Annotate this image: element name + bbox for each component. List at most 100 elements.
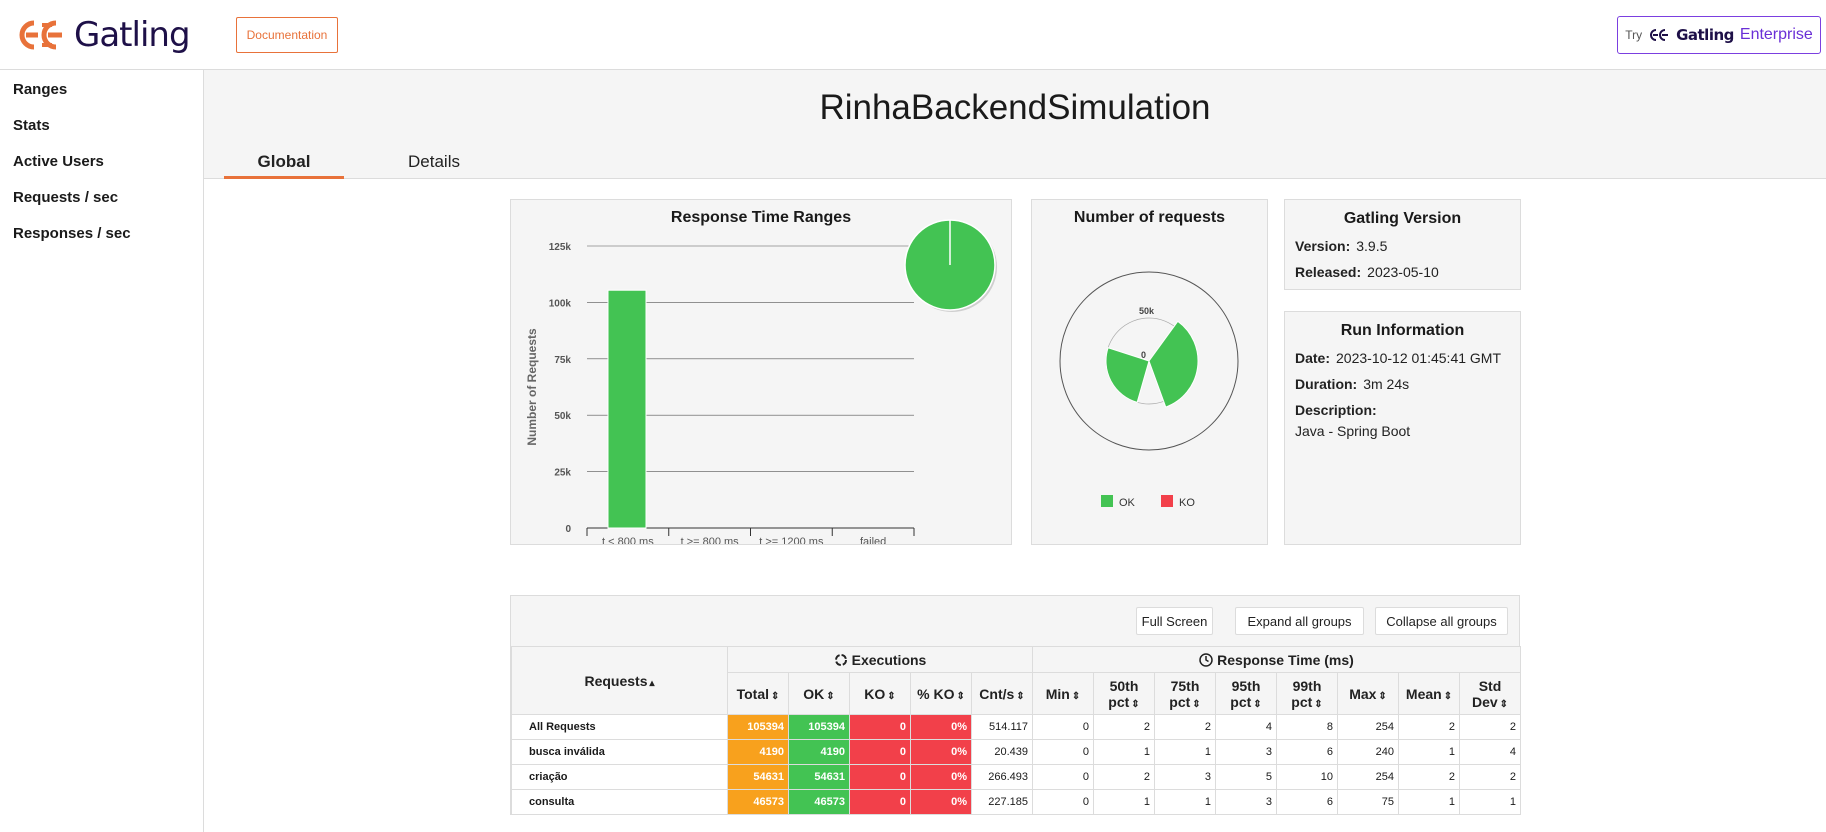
sidebar-item-requests-per-sec[interactable]: Requests / sec <box>13 189 118 206</box>
version-row: Version: 3.9.5 <box>1295 238 1387 254</box>
cell-pct-ko: 0% <box>910 714 972 740</box>
request-name[interactable]: All Requests <box>511 714 728 740</box>
sidebar-item-responses-per-sec[interactable]: Responses / sec <box>13 225 131 242</box>
cell-p95: 4 <box>1215 714 1277 740</box>
table-row[interactable]: busca inválida 4190 4190 0 0% 20.439 0 1 1 3 6 240 1… <box>511 739 1521 765</box>
description-label: Description: <box>1295 402 1377 418</box>
full-screen-button[interactable]: Full Screen <box>1136 607 1213 635</box>
column-header-label: Std Dev <box>1471 677 1502 710</box>
released-label: Released: <box>1295 264 1362 280</box>
column-header-ok[interactable]: OK ⇕ <box>788 672 850 715</box>
sidebar-item-ranges[interactable]: Ranges <box>13 81 67 98</box>
request-name[interactable]: criação <box>511 764 728 790</box>
cell-std-dev: 4 <box>1459 739 1521 765</box>
cell-p50: 1 <box>1093 739 1155 765</box>
cell-p95: 5 <box>1215 764 1277 790</box>
column-header-label: OK <box>803 685 825 702</box>
gatling-logo[interactable]: Gatling <box>12 14 191 56</box>
column-header-label: Min <box>1045 685 1070 702</box>
gatling-version-panel: Gatling Version Version: 3.9.5 Released: 2… <box>1284 199 1521 290</box>
cell-max: 254 <box>1337 764 1399 790</box>
cell-ok: 54631 <box>788 764 850 790</box>
cell-p99: 10 <box>1276 764 1338 790</box>
requests-header-label: Requests <box>584 672 648 689</box>
documentation-button[interactable]: Documentation <box>236 17 338 53</box>
executions-icon <box>834 653 847 666</box>
tab-global[interactable]: Global <box>224 152 344 172</box>
response-time-group-header: Response Time (ms) <box>1032 646 1521 673</box>
cell-total: 46573 <box>727 789 789 815</box>
top-bar: Gatling Documentation Try Gatling Enterp… <box>0 0 1826 70</box>
column-header-p95[interactable]: 95th pct ⇕ <box>1215 672 1277 715</box>
column-header-ko[interactable]: KO ⇕ <box>849 672 911 715</box>
executions-group-header: Executions <box>727 646 1033 673</box>
column-header-total[interactable]: Total ⇕ <box>727 672 789 715</box>
column-header-mean[interactable]: Mean ⇕ <box>1398 672 1460 715</box>
try-enterprise-button[interactable]: Try Gatling Enterprise <box>1617 16 1821 54</box>
duration-row: Duration: 3m 24s <box>1295 376 1409 392</box>
request-name[interactable]: consulta <box>511 789 728 815</box>
response-time-ranges-panel: Response Time Ranges 0 25k 50k 75k 100k 125k N… <box>510 199 1012 545</box>
y-axis-label: Number of Requests <box>525 328 539 446</box>
table-row[interactable]: consulta 46573 46573 0 0% 227.185 0 1 1 3 6 75 1 1 <box>511 789 1521 815</box>
cell-ok: 4190 <box>788 739 850 765</box>
ok-wedge <box>1148 320 1199 408</box>
x-category-label: t < 800 ms <box>602 536 654 544</box>
sidebar-item-stats[interactable]: Stats <box>13 117 50 134</box>
legend-label-ok: OK <box>1119 497 1136 509</box>
legend-label-ko: KO <box>1179 497 1195 509</box>
cell-std-dev: 1 <box>1459 789 1521 815</box>
request-name[interactable]: busca inválida <box>511 739 728 765</box>
column-header-std-dev[interactable]: Std Dev ⇕ <box>1459 672 1521 715</box>
column-header-p75[interactable]: 75th pct ⇕ <box>1154 672 1216 715</box>
table-row[interactable]: All Requests 105394 105394 0 0% 514.117 0 2 2 4 8 2… <box>511 714 1521 740</box>
cell-p75: 1 <box>1154 789 1216 815</box>
cell-ko: 0 <box>849 714 911 740</box>
sort-icon: ⇕ <box>1192 698 1201 710</box>
collapse-all-groups-button[interactable]: Collapse all groups <box>1375 607 1508 635</box>
column-header-min[interactable]: Min ⇕ <box>1032 672 1094 715</box>
cell-pct-ko: 0% <box>910 764 972 790</box>
bar <box>607 289 647 529</box>
date-label: Date: <box>1295 350 1331 366</box>
response-time-label: Response Time (ms) <box>1217 651 1354 668</box>
gatling-small-logo-icon <box>1650 29 1669 41</box>
cell-pct-ko: 0% <box>910 789 972 815</box>
y-tick-label: 50k <box>554 411 571 422</box>
table-row[interactable]: criação 54631 54631 0 0% 266.493 0 2 3 5 10 254 2 2 <box>511 764 1521 790</box>
sidebar-item-active-users[interactable]: Active Users <box>13 153 104 170</box>
expand-all-groups-button[interactable]: Expand all groups <box>1235 607 1364 635</box>
cell-min: 0 <box>1032 714 1094 740</box>
cell-p95: 3 <box>1215 789 1277 815</box>
cell-p99: 8 <box>1276 714 1338 740</box>
tab-details[interactable]: Details <box>379 152 489 172</box>
statistics-panel: Full Screen Expand all groups Collapse a… <box>510 595 1521 815</box>
version-label: Version: <box>1295 238 1351 254</box>
cell-p95: 3 <box>1215 739 1277 765</box>
column-header-p50[interactable]: 50th pct ⇕ <box>1093 672 1155 715</box>
cell-max: 240 <box>1337 739 1399 765</box>
cell-ko: 0 <box>849 739 911 765</box>
number-of-requests-panel: Number of requests 0 50k OK KO <box>1031 199 1268 545</box>
cell-p50: 2 <box>1093 714 1155 740</box>
cell-cnt-per-sec: 227.185 <box>971 789 1033 815</box>
column-header-pct-ko[interactable]: % KO ⇕ <box>910 672 972 715</box>
duration-value: 3m 24s <box>1363 376 1410 392</box>
column-header-max[interactable]: Max ⇕ <box>1337 672 1399 715</box>
cell-total: 4190 <box>727 739 789 765</box>
column-header-label: Mean <box>1405 685 1442 702</box>
sort-icon: ⇕ <box>1016 690 1025 702</box>
sort-icon: ⇕ <box>1378 690 1387 702</box>
response-time-ranges-chart: 0 25k 50k 75k 100k 125k Number of Requests t < … <box>525 219 997 544</box>
column-header-p99[interactable]: 99th pct ⇕ <box>1276 672 1338 715</box>
column-header-cnt-per-sec[interactable]: Cnt/s ⇕ <box>971 672 1033 715</box>
statistics-table: Requests ▴ Executions Response Time (ms) … <box>511 646 1521 815</box>
y-tick-label: 125k <box>549 242 572 253</box>
logo-text: Gatling <box>74 15 191 55</box>
try-label: Try <box>1625 28 1643 42</box>
x-category-label: t >= 1200 ms <box>759 536 824 544</box>
x-category-label: t >= 800 ms <box>681 536 740 544</box>
requests-header[interactable]: Requests ▴ <box>511 646 728 715</box>
cell-mean: 1 <box>1398 789 1460 815</box>
cell-ok: 46573 <box>788 789 850 815</box>
